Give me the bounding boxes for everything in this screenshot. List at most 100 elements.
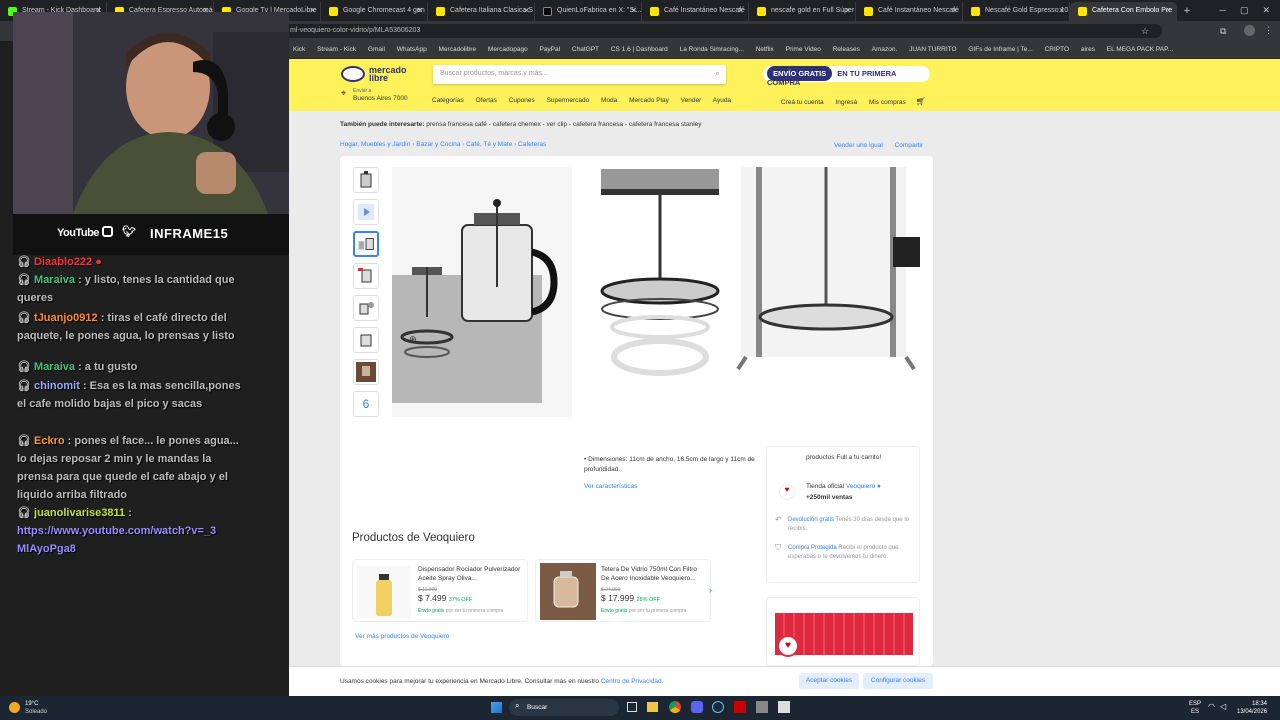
- login-link[interactable]: Ingresá: [835, 99, 857, 106]
- bookmark-item[interactable]: Mercadolibre: [439, 41, 477, 53]
- location-selector[interactable]: ⌖ Enviar a Buenos Aires 7000: [341, 88, 408, 103]
- nav-item-mercado-play[interactable]: Mercado Play: [629, 97, 669, 104]
- app-icon[interactable]: [778, 701, 790, 713]
- configure-cookies-button[interactable]: Configurar cookies: [863, 673, 933, 689]
- bookmark-item[interactable]: Stream - Kick: [317, 41, 356, 53]
- tab-quienlofabrica[interactable]: QuienLoFabrica en X: "Si... ✕: [535, 2, 642, 21]
- nav-item-categorias[interactable]: Categorías: [432, 97, 464, 104]
- profile-avatar[interactable]: [1244, 25, 1255, 36]
- app-icon[interactable]: [734, 701, 746, 713]
- create-account-link[interactable]: Creá tu cuenta: [781, 99, 824, 106]
- extensions-icon[interactable]: ⧉: [1220, 26, 1226, 37]
- discord-icon[interactable]: [691, 701, 703, 713]
- bookmark-item[interactable]: Netflix: [756, 41, 774, 53]
- gallery-thumb-6[interactable]: [353, 327, 379, 353]
- nav-item-cupones[interactable]: Cupones: [509, 97, 535, 104]
- nav-item-vender[interactable]: Vender: [681, 97, 702, 104]
- gallery-thumb-video[interactable]: [353, 199, 379, 225]
- see-more-products-link[interactable]: Ver más productos de Veoquiero: [355, 633, 449, 640]
- tab-cafetera-italiana[interactable]: Cafetera Italiana Clasica S ✕: [428, 2, 535, 21]
- bookmark-item[interactable]: ChatGPT: [572, 41, 599, 53]
- maximize-icon[interactable]: ▢: [1240, 5, 1249, 16]
- gallery-thumb-more[interactable]: 6: [353, 391, 379, 417]
- bookmark-star-icon[interactable]: ☆: [1141, 26, 1149, 37]
- app-icon[interactable]: [756, 701, 768, 713]
- nav-item-moda[interactable]: Moda: [601, 97, 617, 104]
- breadcrumb-item[interactable]: Café, Té y Mate: [466, 141, 512, 148]
- chrome-icon[interactable]: [669, 701, 681, 713]
- clock-time[interactable]: 18:34: [1252, 701, 1267, 707]
- new-tab-button[interactable]: +: [1177, 2, 1197, 21]
- bookmark-item[interactable]: Amazon.: [872, 41, 898, 53]
- tab-cafetera-embolo[interactable]: Cafetera Con Embolo Pre ✕: [1070, 2, 1177, 21]
- close-window-icon[interactable]: ✕: [1262, 5, 1270, 16]
- breadcrumb-item[interactable]: Hogar, Muebles y Jardín: [340, 141, 410, 148]
- product-card-1[interactable]: Dispensador Rociador Pulverizador Aceite…: [352, 559, 528, 622]
- my-purchases-link[interactable]: Mis compras: [869, 99, 906, 106]
- gallery-thumb-3[interactable]: [353, 231, 379, 257]
- close-tab-icon[interactable]: ✕: [844, 6, 851, 15]
- minimize-icon[interactable]: ─: [1220, 5, 1226, 16]
- tab-nescafe-gold[interactable]: nescafe gold en Full Súper ✕: [749, 2, 856, 21]
- protect-link[interactable]: Compra Protegida: [788, 545, 837, 551]
- carousel-next-icon[interactable]: ›: [709, 585, 712, 595]
- nav-item-ofertas[interactable]: Ofertas: [476, 97, 497, 104]
- promo-banner[interactable]: ENVÍO GRATIS EN TU PRIMERA COMPRA: [763, 66, 930, 87]
- url-field[interactable]: ml-veoquiero-color-vidrio/p/MLA53606203: [282, 24, 1162, 38]
- accept-cookies-button[interactable]: Aceptar cookies: [799, 673, 859, 689]
- share-link[interactable]: Compartir: [895, 142, 924, 149]
- bookmark-item[interactable]: Gmail: [368, 41, 385, 53]
- nav-item-ayuda[interactable]: Ayuda: [713, 97, 731, 104]
- bookmark-item[interactable]: Prime Video: [786, 41, 821, 53]
- close-tab-icon[interactable]: ✕: [630, 6, 637, 15]
- nav-item-supermercado[interactable]: Supermercado: [547, 97, 590, 104]
- task-view-icon[interactable]: [627, 702, 637, 712]
- return-link[interactable]: Devolución gratis: [788, 517, 834, 523]
- bookmark-item[interactable]: WhatsApp: [397, 41, 427, 53]
- steam-icon[interactable]: [712, 701, 724, 713]
- gallery-thumb-4[interactable]: [353, 263, 379, 289]
- bookmark-item[interactable]: aires: [1081, 41, 1095, 53]
- store-name-link[interactable]: Veoquiero: [846, 483, 875, 490]
- tab-nescafe-espresso[interactable]: Nescafé Gold Espresso 10 ✕: [963, 2, 1070, 21]
- bookmark-item[interactable]: PayPal: [539, 41, 560, 53]
- tab-nescafe-2[interactable]: Café Instantáneo Nescafé ✕: [856, 2, 963, 21]
- search-input[interactable]: Buscar productos, marcas y más... ⌕: [433, 65, 726, 84]
- menu-icon[interactable]: ⋮: [1264, 25, 1273, 36]
- gallery-thumb-7[interactable]: [353, 359, 379, 385]
- store-avatar[interactable]: ♥: [779, 484, 795, 500]
- close-tab-icon[interactable]: ✕: [309, 6, 316, 15]
- bookmark-item[interactable]: Releases: [833, 41, 860, 53]
- bookmark-item[interactable]: CS 1.6 | Dashboard: [611, 41, 668, 53]
- bookmark-item[interactable]: GIFs de Inframe | Te...: [968, 41, 1032, 53]
- close-tab-icon[interactable]: ✕: [416, 6, 423, 15]
- language-indicator[interactable]: ESP: [1189, 701, 1201, 707]
- taskbar-search[interactable]: ⌕ Buscar: [509, 699, 619, 716]
- also-items[interactable]: prensa francesa café - cafetera chemex -…: [426, 121, 701, 128]
- gallery-thumb-5[interactable]: [353, 295, 379, 321]
- product-card-2[interactable]: Tetera De Vidrio 750ml Con Filtro De Ace…: [535, 559, 711, 622]
- bookmark-item[interactable]: JUAN TURRITO: [909, 41, 956, 53]
- bookmark-item[interactable]: La Ronda Simracing...: [680, 41, 744, 53]
- windows-start-icon[interactable]: [491, 702, 502, 713]
- tab-chromecast[interactable]: Google Chromecast 4 gen ✕: [321, 2, 428, 21]
- see-features-link[interactable]: Ver características: [584, 483, 637, 490]
- bookmark-item[interactable]: CRIPTO: [1045, 41, 1069, 53]
- breadcrumb-item[interactable]: Cafeteras: [518, 141, 546, 148]
- bookmark-item[interactable]: Kick: [293, 41, 305, 53]
- sell-same-link[interactable]: Vender uno igual: [834, 142, 883, 149]
- main-product-image[interactable]: [392, 167, 572, 417]
- privacy-center-link[interactable]: Centro de Privacidad.: [601, 678, 664, 685]
- close-tab-icon[interactable]: ✕: [1058, 6, 1065, 15]
- close-tab-icon[interactable]: ✕: [523, 6, 530, 15]
- wifi-icon[interactable]: ◠: [1208, 702, 1215, 711]
- bookmark-item[interactable]: Mercadopago: [488, 41, 528, 53]
- search-icon[interactable]: ⌕: [715, 68, 720, 79]
- file-explorer-icon[interactable]: [647, 702, 658, 712]
- mercadolibre-logo[interactable]: mercado libre: [341, 66, 411, 84]
- close-tab-icon[interactable]: ✕: [1165, 6, 1172, 15]
- cart-icon[interactable]: 🛒︎: [916, 97, 926, 106]
- bookmark-item[interactable]: EL MEGA PACK PAP...: [1107, 41, 1173, 53]
- breadcrumb-item[interactable]: Bazar y Cocina: [416, 141, 460, 148]
- chat-link[interactable]: https://www.youtube.com/watch?v=_3MlAyoP…: [17, 522, 217, 558]
